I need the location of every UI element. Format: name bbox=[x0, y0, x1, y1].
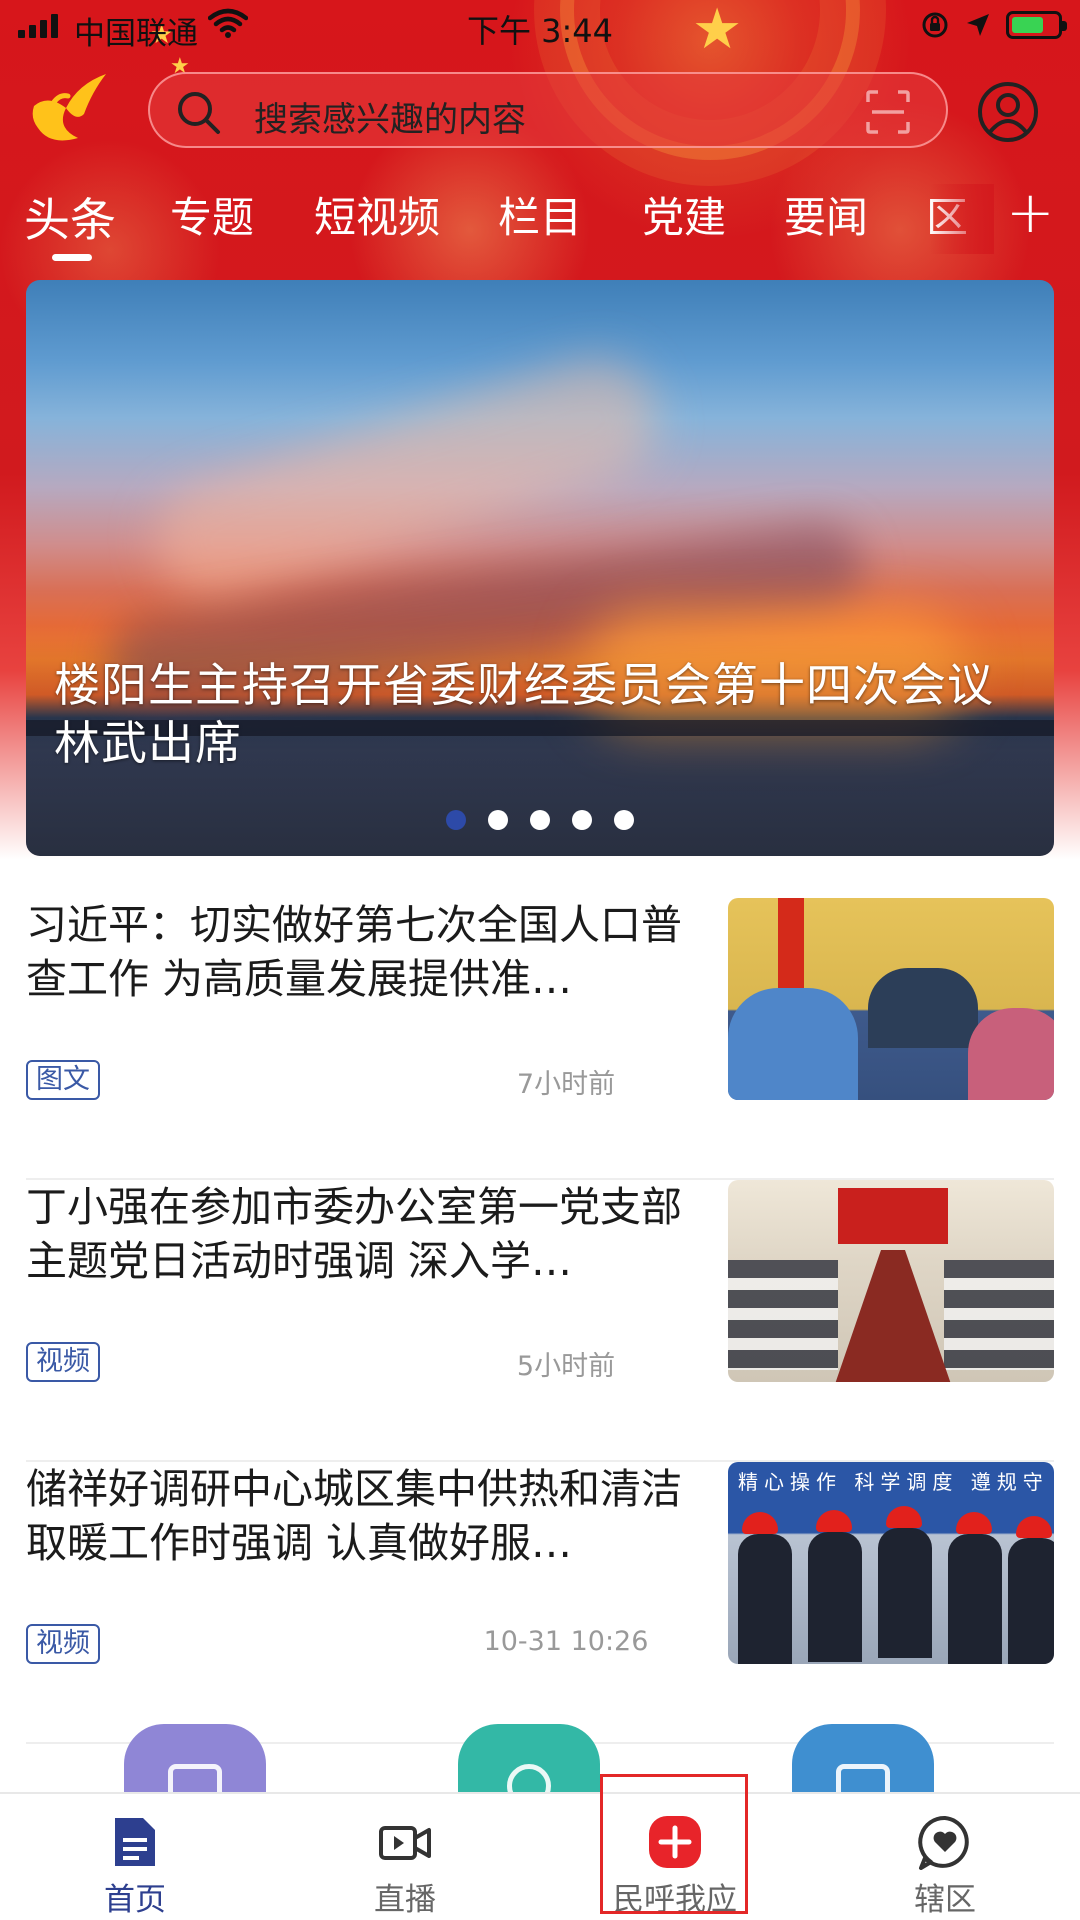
nav-label: 直播 bbox=[374, 1882, 436, 1918]
search-icon bbox=[178, 92, 220, 134]
nav-label: 辖区 bbox=[914, 1882, 976, 1918]
carousel-dot[interactable] bbox=[530, 810, 550, 830]
channel-tabs: 头条 专题 短视频 栏目 党建 要闻 区 + bbox=[0, 178, 1080, 264]
status-time: 下午 3:44 bbox=[466, 12, 614, 50]
news-thumbnail[interactable]: 精心操作 科学调度 遵规守纪 bbox=[728, 1462, 1054, 1664]
news-thumbnail[interactable] bbox=[728, 1180, 1054, 1382]
carousel-dot[interactable] bbox=[572, 810, 592, 830]
news-item[interactable]: 储祥好调研中心城区集中供热和清洁取暖工作时强调 认真做好服… 视频 10-31 … bbox=[26, 1462, 1054, 1744]
active-tab-indicator bbox=[52, 254, 92, 261]
carousel-dot[interactable] bbox=[446, 810, 466, 830]
news-title[interactable]: 丁小强在参加市委办公室第一党支部主题党日活动时强调 深入学… bbox=[26, 1180, 706, 1288]
tab-headline[interactable]: 头条 bbox=[24, 184, 116, 250]
nav-district[interactable]: 辖区 bbox=[810, 1794, 1080, 1920]
nav-live[interactable]: 直播 bbox=[270, 1794, 540, 1920]
thumbnail-caption: 精心操作 科学调度 遵规守纪 bbox=[738, 1470, 1048, 1494]
news-title[interactable]: 习近平：切实做好第七次全国人口普查工作 为高质量发展提供准… bbox=[26, 898, 706, 1006]
carousel-pagination bbox=[446, 810, 634, 830]
add-channel-button[interactable]: + bbox=[1006, 178, 1055, 246]
tab-topics[interactable]: 专题 bbox=[170, 184, 254, 245]
rotation-lock-icon bbox=[922, 12, 948, 38]
highlight-box bbox=[600, 1774, 748, 1914]
app-logo[interactable] bbox=[26, 68, 110, 152]
nav-label: 首页 bbox=[104, 1882, 166, 1918]
heart-chat-icon bbox=[918, 1815, 969, 1870]
user-avatar-icon[interactable] bbox=[976, 80, 1040, 144]
bottom-navigation: 首页 直播 民呼我应 辖区 bbox=[0, 1792, 1080, 1920]
tab-party-building[interactable]: 党建 bbox=[642, 184, 726, 245]
search-placeholder: 搜索感兴趣的内容 bbox=[254, 100, 526, 140]
news-item[interactable]: 丁小强在参加市委办公室第一党支部主题党日活动时强调 深入学… 视频 5小时前 bbox=[26, 1180, 1054, 1462]
news-title[interactable]: 储祥好调研中心城区集中供热和清洁取暖工作时强调 认真做好服… bbox=[26, 1462, 706, 1570]
location-arrow-icon bbox=[967, 14, 989, 36]
tab-short-video[interactable]: 短视频 bbox=[314, 184, 440, 245]
status-bar: 中国联通 下午 3:44 bbox=[0, 0, 1080, 54]
document-icon bbox=[115, 1818, 155, 1866]
carousel-headline[interactable]: 楼阳生主持召开省委财经委员会第十四次会议 林武出席 bbox=[54, 656, 1044, 772]
tab-columns[interactable]: 栏目 bbox=[498, 184, 582, 245]
news-thumbnail[interactable] bbox=[728, 898, 1054, 1100]
tab-news[interactable]: 要闻 bbox=[784, 184, 868, 245]
scan-icon[interactable] bbox=[866, 90, 910, 134]
news-item[interactable]: 习近平：切实做好第七次全国人口普查工作 为高质量发展提供准… 图文 7小时前 bbox=[26, 898, 1054, 1180]
carousel-dot[interactable] bbox=[614, 810, 634, 830]
search-input[interactable]: 搜索感兴趣的内容 bbox=[148, 72, 948, 148]
video-camera-icon bbox=[379, 1826, 431, 1860]
nav-home[interactable]: 首页 bbox=[0, 1794, 270, 1920]
carousel-dot[interactable] bbox=[488, 810, 508, 830]
battery-icon bbox=[1006, 11, 1067, 39]
featured-carousel[interactable]: 楼阳生主持召开省委财经委员会第十四次会议 林武出席 bbox=[26, 280, 1054, 856]
